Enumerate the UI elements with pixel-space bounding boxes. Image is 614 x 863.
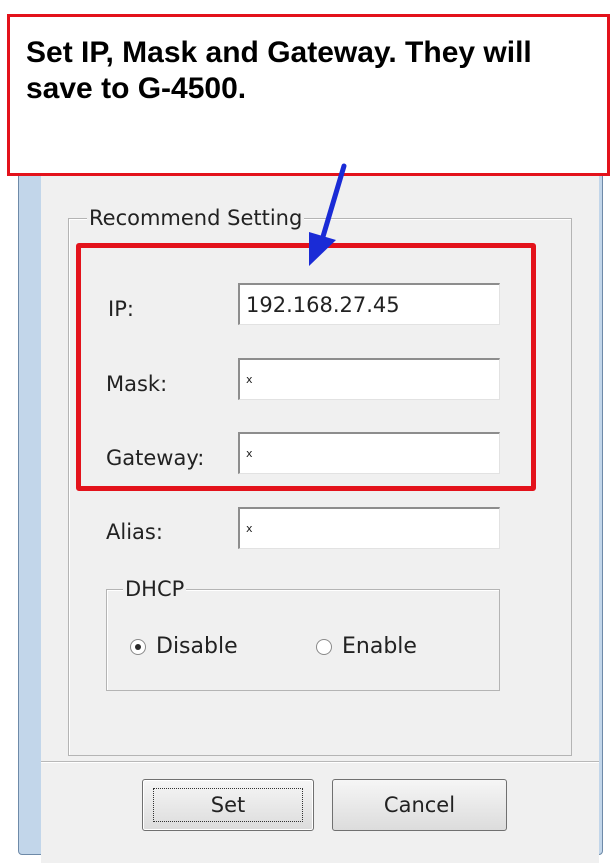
annotation-arrow-icon — [309, 163, 347, 266]
screenshot: Recommend Setting IP: Mask: Gateway: Ali… — [0, 0, 614, 863]
